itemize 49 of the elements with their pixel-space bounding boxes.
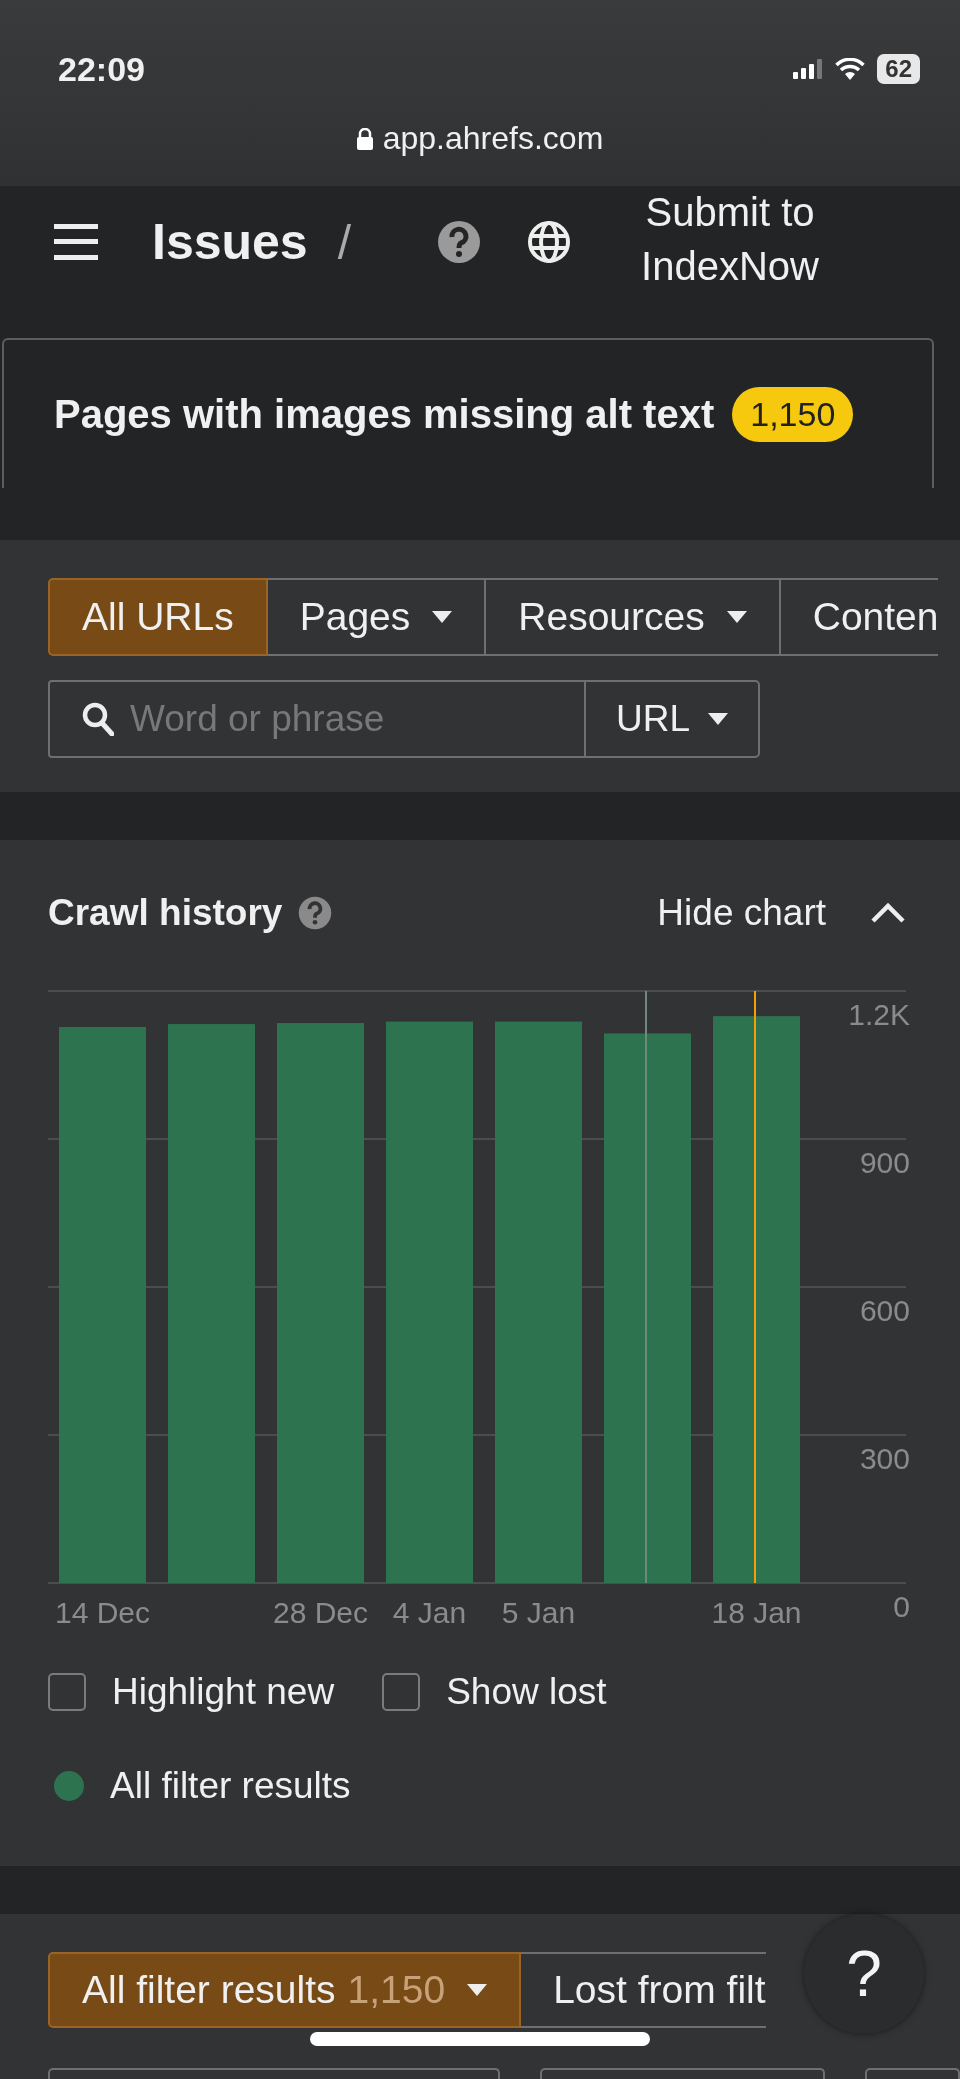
- x-axis-label: 4 Jan: [392, 1596, 467, 1627]
- filter-tab[interactable]: Pages: [267, 578, 487, 656]
- signal-icon: [793, 59, 824, 79]
- count-badge: 1,150: [732, 386, 854, 442]
- result-tab[interactable]: Lost from filt: [521, 1952, 766, 2028]
- issue-title: Pages with images missing alt text: [54, 391, 715, 437]
- legend-label: All filter results: [110, 1765, 351, 1807]
- caret-icon: [467, 1984, 488, 1996]
- y-axis-label: 300: [859, 1442, 910, 1475]
- submit-indexnow-button[interactable]: Submit to IndexNow: [615, 185, 845, 293]
- status-time: 22:09: [58, 49, 145, 89]
- filter-tab[interactable]: Conten: [780, 578, 939, 656]
- checkbox[interactable]: [382, 1673, 421, 1711]
- search-input[interactable]: Word or phrase: [128, 697, 512, 741]
- checkbox-label: Highlight new: [112, 1671, 335, 1713]
- x-axis-label: 18 Jan: [711, 1596, 802, 1627]
- url-dropdown[interactable]: URL: [586, 680, 761, 758]
- x-axis-label: 5 Jan: [501, 1596, 576, 1627]
- wifi-icon: [835, 58, 866, 80]
- search-icon: [82, 702, 114, 736]
- help-icon[interactable]: [437, 220, 481, 264]
- y-axis-label: 600: [859, 1294, 910, 1327]
- filter-tab[interactable]: Resources: [486, 578, 781, 656]
- issue-tab[interactable]: Pages with images missing alt text 1,150: [2, 338, 934, 488]
- page-title: Issues: [152, 213, 308, 271]
- breadcrumb-separator: /: [337, 214, 351, 270]
- caret-icon: [708, 713, 729, 725]
- x-axis-label: 28 Dec: [272, 1596, 369, 1627]
- chart-bar[interactable]: [604, 1033, 691, 1583]
- search-field[interactable]: Word or phrase: [48, 680, 586, 758]
- x-axis-label: 14 Dec: [54, 1596, 151, 1627]
- help-button[interactable]: ?: [804, 1914, 924, 2034]
- section-title: Crawl history: [48, 891, 283, 934]
- globe-icon[interactable]: [527, 220, 571, 264]
- battery-indicator: 62: [877, 54, 920, 84]
- checkbox-label: Show lost: [446, 1671, 607, 1713]
- chevron-up-icon[interactable]: [870, 901, 906, 924]
- lock-icon: [356, 127, 373, 150]
- y-axis-label: 1.2K: [848, 998, 910, 1031]
- y-axis-label: 0: [893, 1590, 910, 1623]
- filter-tab[interactable]: All URLs: [48, 578, 268, 656]
- menu-icon[interactable]: [54, 224, 98, 260]
- checkbox[interactable]: [48, 1673, 86, 1711]
- url-text: app.ahrefs.com: [382, 120, 604, 157]
- result-tab[interactable]: All filter results 1,150: [48, 1952, 522, 2028]
- hide-chart-button[interactable]: Hide chart: [657, 891, 826, 934]
- help-icon[interactable]: [298, 895, 333, 930]
- chart-bar[interactable]: [713, 1016, 800, 1583]
- y-axis-label: 900: [859, 1146, 910, 1179]
